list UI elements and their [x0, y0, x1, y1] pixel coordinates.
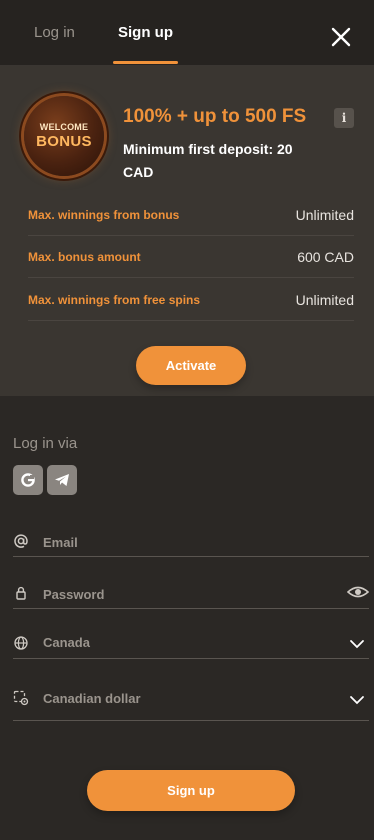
- bonus-row-value: Unlimited: [295, 207, 354, 223]
- telegram-icon: [55, 474, 69, 486]
- currency-icon: [13, 690, 29, 706]
- tab-signup[interactable]: Sign up: [118, 24, 173, 41]
- bonus-row-label: Max. winnings from bonus: [28, 208, 180, 222]
- currency-value: Canadian dollar: [43, 691, 141, 706]
- bonus-row: Max. bonus amount 600 CAD: [28, 236, 354, 278]
- bonus-row-label: Max. bonus amount: [28, 250, 141, 264]
- bonus-title: 100% + up to 500 FS: [123, 106, 307, 127]
- auth-header: Log in Sign up: [0, 0, 374, 66]
- google-login-button[interactable]: [13, 465, 43, 495]
- chevron-down-icon: [350, 640, 364, 649]
- badge-line-bonus: BONUS: [36, 133, 92, 150]
- bonus-row-value: Unlimited: [295, 292, 354, 308]
- close-icon: [331, 27, 351, 47]
- country-select[interactable]: Canada: [13, 632, 369, 659]
- country-value: Canada: [43, 635, 90, 650]
- email-input[interactable]: [43, 531, 333, 553]
- at-icon: [14, 534, 28, 548]
- email-field-row: [13, 530, 369, 557]
- eye-icon[interactable]: [347, 584, 369, 600]
- info-icon[interactable]: i: [334, 108, 354, 128]
- active-tab-indicator: [113, 61, 178, 64]
- login-via-label: Log in via: [13, 435, 78, 452]
- welcome-bonus-badge: WELCOME BONUS: [24, 96, 104, 176]
- activate-button[interactable]: Activate: [136, 346, 246, 385]
- lock-icon: [16, 586, 26, 600]
- password-input[interactable]: [43, 583, 333, 605]
- bonus-row-label: Max. winnings from free spins: [28, 293, 201, 307]
- telegram-login-button[interactable]: [47, 465, 77, 495]
- signup-button[interactable]: Sign up: [87, 770, 295, 811]
- close-button[interactable]: [328, 24, 354, 50]
- bonus-min-deposit: Minimum first deposit: 20 CAD: [123, 141, 293, 180]
- currency-select[interactable]: Canadian dollar: [13, 687, 369, 721]
- bonus-row: Max. winnings from bonus Unlimited: [28, 194, 354, 236]
- badge-line-welcome: WELCOME: [39, 122, 89, 132]
- chevron-down-icon: [350, 696, 364, 705]
- tab-login[interactable]: Log in: [34, 24, 75, 41]
- google-icon: [21, 473, 35, 487]
- password-field-row: [13, 582, 369, 609]
- welcome-bonus-panel: WELCOME BONUS 100% + up to 500 FS i Mini…: [0, 66, 374, 396]
- bonus-row-value: 600 CAD: [297, 249, 354, 265]
- globe-icon: [14, 636, 28, 650]
- bonus-row: Max. winnings from free spins Unlimited: [28, 279, 354, 321]
